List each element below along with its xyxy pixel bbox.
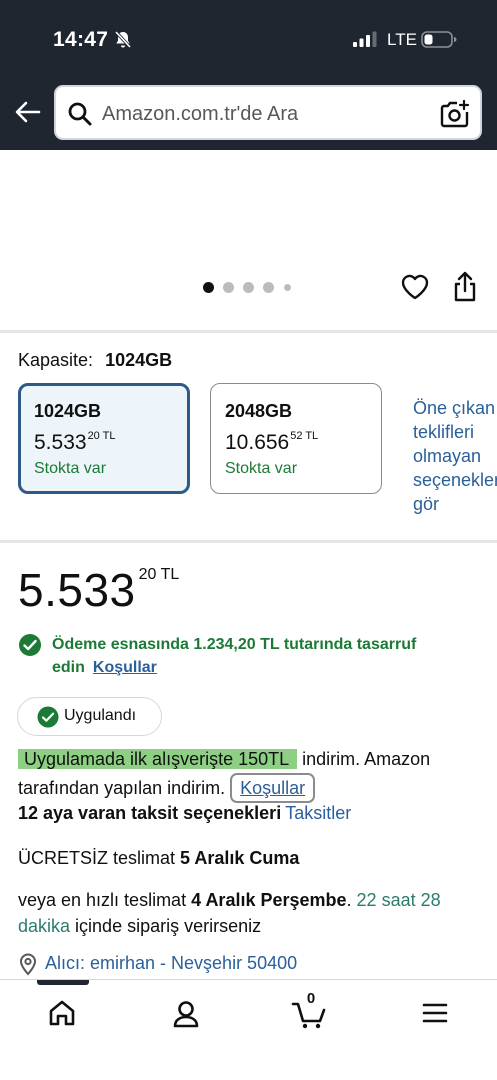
see-unfeatured-options-link[interactable]: Öne çıkan teklifleri olmayan seçenekleri… [413, 396, 497, 516]
muted-bell-icon [114, 30, 132, 49]
check-circle-icon [37, 706, 59, 728]
fastest-delivery-suffix: içinde sipariş verirseniz [75, 916, 262, 936]
more-offers-line: gör [413, 494, 440, 514]
product-image-carousel[interactable] [0, 150, 497, 330]
capacity-option-2048gb[interactable]: 2048GB 10.65652 TL Stokta var [210, 383, 382, 494]
free-delivery-date: 5 Aralık Cuma [180, 848, 300, 868]
option-size: 2048GB [225, 401, 293, 421]
promo-discount: Uygulamada ilk alışverişte 150TL indirim… [18, 746, 488, 803]
option-size: 1024GB [34, 401, 102, 421]
applied-badge-label: Uygulandı [64, 707, 137, 724]
promo-highlight: Uygulamada ilk alışverişte 150TL [18, 749, 298, 769]
option-stock: Stokta var [225, 460, 298, 477]
menu-icon [422, 1003, 448, 1023]
free-delivery: ÜCRETSİZ teslimat 5 Aralık Cuma [18, 848, 299, 869]
search-icon [68, 102, 92, 126]
heart-icon[interactable] [400, 272, 430, 302]
option-price-main: 5.533 [34, 431, 87, 454]
installments-text: 12 aya varan taksit seçenekleri [18, 803, 282, 823]
location-pin-icon [19, 953, 37, 976]
nav-menu[interactable] [405, 993, 465, 1033]
more-offers-line: olmayan [413, 446, 482, 466]
signal-icon [353, 31, 377, 47]
carousel-dot[interactable] [263, 282, 274, 293]
capacity-selected: 1024GB [105, 350, 173, 370]
check-circle-icon [19, 634, 41, 656]
price-main: 5.533 [18, 564, 136, 616]
active-tab-indicator [37, 980, 89, 985]
nav-cart[interactable]: 0 [281, 990, 341, 1033]
option-price: 5.53320 TL [34, 430, 116, 455]
status-bar: 14:47 LTE [0, 26, 497, 56]
free-delivery-label: ÜCRETSİZ teslimat [18, 848, 176, 868]
fastest-delivery-label: veya en hızlı teslimat [18, 890, 187, 910]
capacity-label-text: Kapasite: [18, 350, 94, 370]
header: 14:47 LTE Amazon.com.tr'de Ara [0, 0, 497, 150]
product-price: 5.533 20 TL [18, 563, 179, 617]
fastest-delivery-date: 4 Aralık Perşembe [191, 890, 347, 910]
carousel-dot-active[interactable] [203, 282, 214, 293]
option-price-fraction: 20 TL [87, 430, 116, 442]
capacity-label: Kapasite: 1024GB [18, 350, 172, 371]
home-icon [49, 1000, 75, 1026]
search-bar[interactable]: Amazon.com.tr'de Ara [54, 85, 482, 140]
share-icon[interactable] [451, 270, 479, 304]
option-price: 10.65652 TL [225, 430, 318, 455]
promo-terms-link[interactable]: Koşullar [230, 773, 316, 803]
camera-search-icon[interactable] [440, 99, 470, 129]
option-stock: Stokta var [34, 460, 107, 477]
fastest-delivery: veya en hızlı teslimat 4 Aralık Perşembe… [18, 890, 441, 936]
network-type: LTE [387, 30, 417, 49]
back-arrow-icon[interactable] [14, 98, 42, 126]
carousel-dot[interactable] [243, 282, 254, 293]
battery-icon [421, 31, 457, 48]
delivery-address-text[interactable]: Alıcı: emirhan - Nevşehir 50400 [45, 953, 297, 974]
applied-badge: Uygulandı [17, 697, 162, 736]
nav-account[interactable] [156, 993, 216, 1033]
status-time: 14:47 [53, 28, 109, 51]
price-fraction: 20 TL [138, 566, 180, 583]
option-price-main: 10.656 [225, 431, 290, 454]
installments: 12 aya varan taksit seçenekleri Taksitler [18, 803, 351, 824]
installments-link[interactable]: Taksitler [285, 803, 351, 823]
cart-count: 0 [306, 990, 316, 1007]
section-divider [0, 540, 497, 543]
bottom-nav: 0 [0, 979, 497, 1080]
section-divider [0, 330, 497, 333]
more-offers-line: seçenekleri [413, 470, 497, 490]
account-icon [173, 1001, 199, 1028]
search-placeholder[interactable]: Amazon.com.tr'de Ara [102, 103, 298, 126]
nav-home[interactable] [32, 993, 92, 1033]
more-offers-line: teklifleri [413, 422, 475, 442]
option-price-fraction: 52 TL [290, 430, 319, 442]
savings-terms-link[interactable]: Koşullar [93, 659, 157, 676]
capacity-option-1024gb[interactable]: 1024GB 5.53320 TL Stokta var [18, 383, 190, 494]
carousel-dot[interactable] [284, 284, 291, 291]
carousel-dot[interactable] [223, 282, 234, 293]
more-offers-line: Öne çıkan [413, 398, 496, 418]
